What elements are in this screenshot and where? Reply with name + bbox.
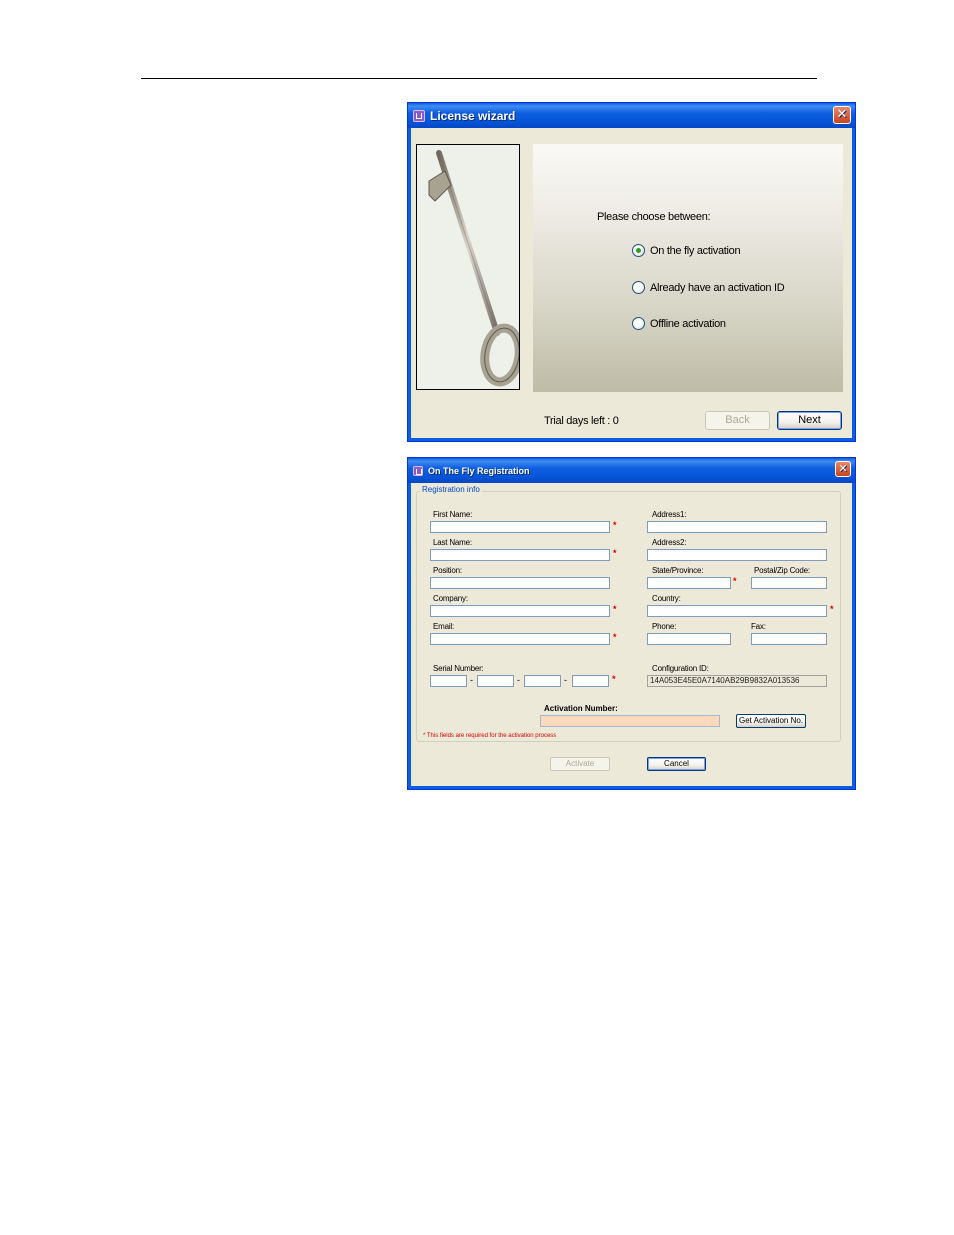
registration-window: On The Fly Registration ✕ Registration i… (407, 457, 856, 790)
required-marker: * (612, 674, 616, 684)
company-field[interactable] (430, 605, 610, 617)
option-have-activation-id[interactable]: Already have an activation ID (632, 281, 785, 294)
option-offline-activation[interactable]: Offline activation (632, 317, 726, 330)
activation-number-field[interactable] (540, 715, 720, 727)
required-marker: * (613, 520, 617, 530)
choose-prompt: Please choose between: (597, 211, 711, 223)
first-name-label: First Name: (433, 510, 473, 519)
trial-days-status: Trial days left : 0 (544, 415, 619, 427)
serial-number-label: Serial Number: (433, 664, 484, 673)
radio-unchecked-icon[interactable] (632, 317, 645, 330)
phone-field[interactable] (647, 633, 731, 645)
required-marker: * (613, 604, 617, 614)
serial-part-4-field[interactable] (572, 675, 609, 687)
address1-label: Address1: (652, 510, 687, 519)
fax-field[interactable] (751, 633, 827, 645)
close-button[interactable]: ✕ (835, 461, 851, 477)
app-icon (413, 109, 425, 122)
window-title: On The Fly Registration (428, 465, 530, 476)
option-label: Offline activation (650, 317, 726, 330)
address1-field[interactable] (647, 521, 827, 533)
first-name-field[interactable] (430, 521, 610, 533)
get-activation-number-button[interactable]: Get Activation No. (736, 714, 806, 728)
last-name-field[interactable] (430, 549, 610, 561)
position-field[interactable] (430, 577, 610, 589)
email-label: Email: (433, 622, 455, 631)
fax-label: Fax: (751, 622, 766, 631)
required-fields-note: * This fields are required for the activ… (423, 733, 557, 739)
state-field[interactable] (647, 577, 731, 589)
next-button[interactable]: Next (777, 411, 842, 430)
close-icon: ✕ (838, 462, 848, 475)
title-bar[interactable]: License wizard ✕ (408, 103, 855, 128)
required-marker: * (733, 576, 737, 586)
country-label: Country: (652, 594, 681, 603)
state-label: State/Province: (652, 566, 704, 575)
close-button[interactable]: ✕ (833, 106, 851, 124)
activation-number-label: Activation Number: (544, 704, 618, 713)
page-header-rule (141, 78, 817, 79)
postal-field[interactable] (751, 577, 827, 589)
close-icon: ✕ (836, 107, 848, 122)
key-image (416, 144, 520, 390)
option-label: Already have an activation ID (650, 281, 785, 294)
window-title: License wizard (430, 108, 516, 123)
option-label: On the fly activation (650, 244, 741, 257)
configuration-id-field[interactable]: 14A053E45E0A7140AB29B9832A013536 (647, 675, 827, 687)
company-label: Company: (433, 594, 468, 603)
group-label: Registration info (420, 485, 482, 494)
title-bar[interactable]: On The Fly Registration ✕ (408, 458, 855, 483)
required-marker: * (613, 632, 617, 642)
last-name-label: Last Name: (433, 538, 472, 547)
serial-part-2-field[interactable] (477, 675, 514, 687)
serial-separator: - (517, 675, 520, 685)
address2-label: Address2: (652, 538, 687, 547)
required-marker: * (830, 604, 834, 614)
key-icon (417, 145, 519, 389)
configuration-id-label: Configuration ID: (652, 664, 709, 673)
country-field[interactable] (647, 605, 827, 617)
activate-button[interactable]: Activate (550, 757, 610, 771)
required-marker: * (613, 548, 617, 558)
back-button[interactable]: Back (705, 411, 770, 430)
address2-field[interactable] (647, 549, 827, 561)
serial-part-1-field[interactable] (430, 675, 467, 687)
serial-part-3-field[interactable] (524, 675, 561, 687)
app-icon (413, 465, 423, 476)
license-wizard-window: License wizard ✕ Please choose between: … (407, 102, 856, 442)
radio-unchecked-icon[interactable] (632, 281, 645, 294)
position-label: Position: (433, 566, 462, 575)
email-field[interactable] (430, 633, 610, 645)
postal-label: Postal/Zip Code: (754, 566, 810, 575)
serial-separator: - (470, 675, 473, 685)
cancel-button[interactable]: Cancel (647, 757, 706, 771)
phone-label: Phone: (652, 622, 677, 631)
serial-separator: - (564, 675, 567, 685)
radio-checked-icon[interactable] (632, 244, 645, 257)
activation-choice-panel: Please choose between: On the fly activa… (533, 144, 843, 392)
option-on-the-fly[interactable]: On the fly activation (632, 244, 741, 257)
